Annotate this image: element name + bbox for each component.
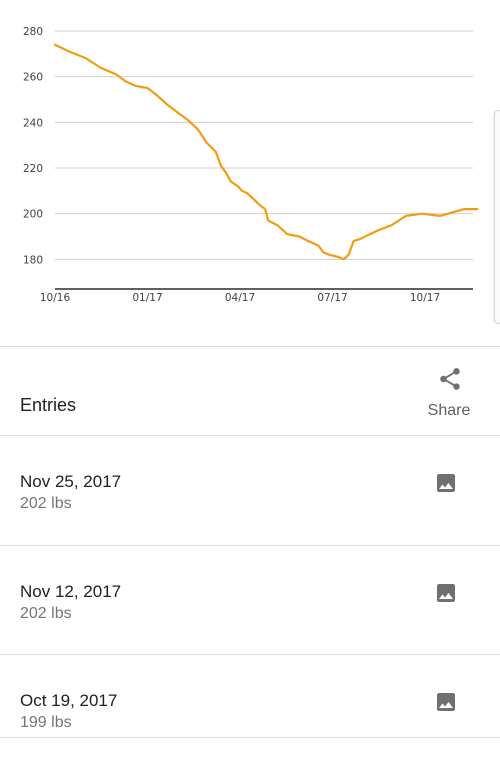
share-button[interactable]: Share (418, 362, 480, 422)
x-tick-label: 01/17 (132, 292, 162, 304)
photo-icon[interactable] (434, 690, 458, 714)
share-label: Share (427, 402, 471, 419)
photo-icon[interactable] (434, 471, 458, 495)
divider (0, 654, 500, 655)
y-tick-label: 200 (23, 209, 43, 221)
y-tick-label: 240 (23, 117, 43, 129)
entry-weight: 202 lbs (20, 605, 72, 622)
entries-title: Entries (20, 395, 77, 415)
weight-chart: 180 200 220 240 260 280 10/16 01/17 04/17 07/17 10… (0, 0, 500, 346)
entry-row[interactable]: Nov 25, 2017 202 lbs (0, 437, 500, 545)
photo-icon[interactable] (434, 581, 458, 605)
y-tick-label: 280 (23, 26, 43, 38)
x-tick-label: 10/17 (410, 292, 440, 304)
entry-weight: 202 lbs (20, 495, 72, 512)
entry-date: Nov 12, 2017 (20, 582, 122, 601)
share-icon (440, 368, 460, 390)
divider (0, 737, 500, 738)
entry-weight: 199 lbs (20, 714, 72, 731)
y-tick-label: 220 (23, 163, 43, 175)
weight-line-chart: 180 200 220 240 260 280 10/16 01/17 04/17 07/17 10… (23, 26, 479, 304)
side-panel-handle[interactable] (494, 110, 500, 324)
y-tick-label: 260 (23, 72, 43, 84)
x-tick-label: 10/16 (40, 292, 71, 304)
y-tick-label: 180 (23, 254, 43, 266)
x-tick-label: 04/17 (225, 292, 255, 304)
entry-date: Nov 25, 2017 (20, 472, 122, 491)
divider (0, 545, 500, 546)
entry-row[interactable]: Nov 12, 2017 202 lbs (0, 547, 500, 655)
entry-date: Oct 19, 2017 (20, 691, 118, 710)
divider (0, 435, 500, 436)
entry-row[interactable]: Oct 19, 2017 199 lbs (0, 656, 500, 764)
x-tick-label: 07/17 (317, 292, 347, 304)
